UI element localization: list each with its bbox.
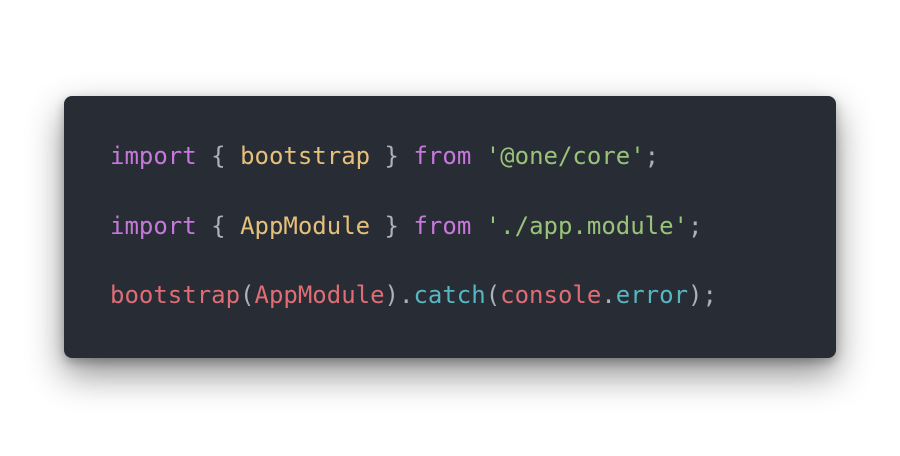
code-line: bootstrap(AppModule).catch(console.error… <box>110 280 717 310</box>
punctuation-token: ; <box>644 142 660 170</box>
punctuation-token: ); <box>688 281 717 309</box>
punctuation-token: } <box>370 212 414 240</box>
punctuation-token: ( <box>485 281 501 309</box>
keyword-token: from <box>413 142 472 170</box>
punctuation-token: . <box>601 281 616 309</box>
string-token: '@one/core' <box>485 142 645 170</box>
keyword-token: import <box>110 142 197 170</box>
punctuation-token: } <box>370 142 414 170</box>
identifier-token: console <box>500 281 602 309</box>
punctuation-token: ). <box>384 281 414 309</box>
function-token: bootstrap <box>110 281 241 309</box>
method-token: error <box>615 281 689 309</box>
punctuation-token: { <box>196 212 241 240</box>
identifier-token: AppModule <box>240 212 371 240</box>
keyword-token: from <box>413 212 472 240</box>
punctuation-token: ; <box>688 212 703 240</box>
code-line: import { bootstrap } from '@one/core'; <box>110 141 659 171</box>
punctuation-token: { <box>196 142 241 170</box>
identifier-token: AppModule <box>254 281 385 309</box>
code-block: import { bootstrap } from '@one/core'; i… <box>64 96 836 358</box>
method-token: catch <box>413 281 486 309</box>
punctuation-token: ( <box>240 281 255 309</box>
identifier-token: bootstrap <box>240 142 371 170</box>
string-token: './app.module' <box>485 212 689 240</box>
code-line: import { AppModule } from './app.module'… <box>110 211 702 241</box>
page: import { bootstrap } from '@one/core'; i… <box>0 0 900 456</box>
keyword-token: import <box>110 212 197 240</box>
